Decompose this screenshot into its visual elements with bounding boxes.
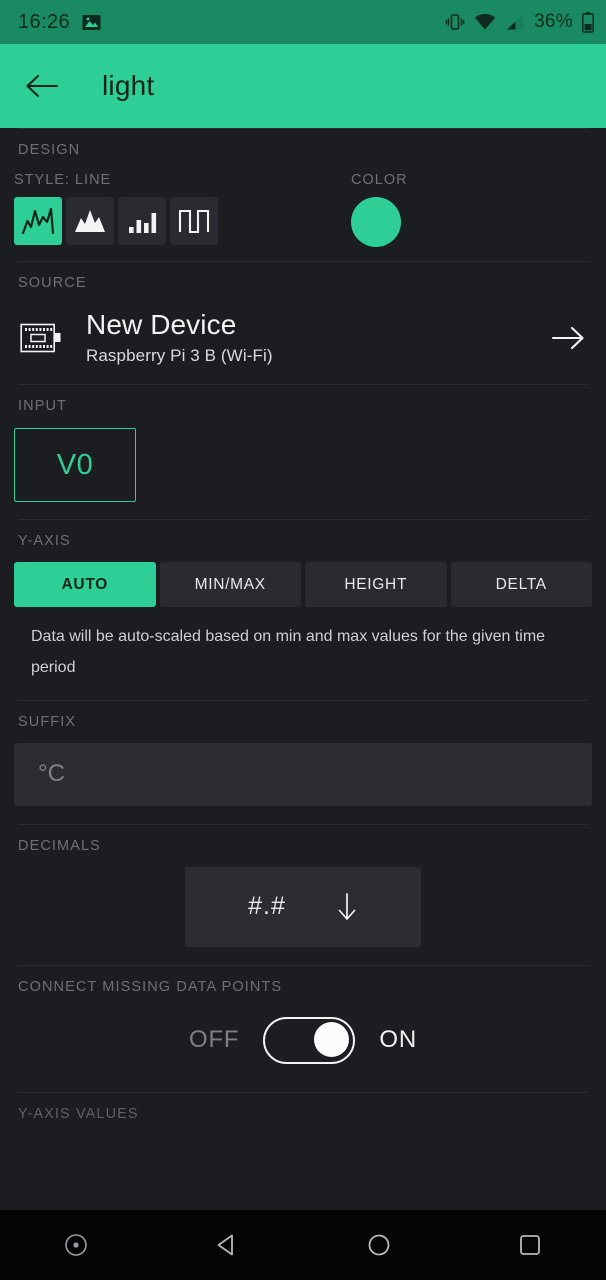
tab-delta[interactable]: DELTA xyxy=(450,562,592,608)
image-notification-icon xyxy=(82,13,101,32)
nav-recents-button[interactable] xyxy=(455,1232,606,1258)
style-label: STYLE: LINE xyxy=(14,172,112,188)
color-label: COLOR xyxy=(351,172,408,188)
vibrate-icon xyxy=(445,12,465,32)
source-row[interactable]: New Device Raspberry Pi 3 B (Wi-Fi) xyxy=(0,295,606,384)
yaxis-help-text: Data will be auto-scaled based on min an… xyxy=(31,628,546,677)
style-button-step[interactable] xyxy=(170,197,218,245)
arrow-down-icon xyxy=(336,892,358,922)
status-bar-left: 16:26 xyxy=(18,11,101,34)
bar-chart-icon xyxy=(125,206,159,236)
color-group: COLOR xyxy=(351,172,408,247)
tab-height[interactable]: HEIGHT xyxy=(305,562,447,608)
wifi-icon xyxy=(474,13,496,31)
recents-square-icon xyxy=(517,1232,543,1258)
back-button[interactable] xyxy=(24,68,60,104)
design-row: STYLE: LINE COLOR xyxy=(0,162,606,261)
cellular-signal-icon xyxy=(505,13,525,31)
input-pin-button[interactable]: V0 xyxy=(14,428,136,503)
source-device-subtitle: Raspberry Pi 3 B (Wi-Fi) xyxy=(86,346,273,366)
connect-section-label: CONNECT MISSING DATA POINTS xyxy=(18,978,283,995)
app-screen: 16:26 36% light DESIGN STYLE: LINE COLOR… xyxy=(0,0,606,1280)
design-section-label: DESIGN xyxy=(18,142,81,158)
connect-toggle-row: OFF ON xyxy=(0,999,606,1092)
nav-back-button[interactable] xyxy=(152,1232,304,1258)
style-button-area[interactable] xyxy=(66,197,114,245)
step-chart-icon xyxy=(177,206,211,236)
connect-section: CONNECT MISSING DATA POINTS xyxy=(0,966,606,999)
status-bar-right: 36% xyxy=(445,11,594,33)
toggle-on-label: ON xyxy=(379,1026,417,1054)
status-bar: 16:26 36% xyxy=(0,0,606,44)
source-texts: New Device Raspberry Pi 3 B (Wi-Fi) xyxy=(86,309,548,366)
board-chip-icon xyxy=(18,321,64,355)
source-section: SOURCE xyxy=(0,262,606,295)
toggle-knob xyxy=(314,1022,350,1058)
suffix-wrap: °C xyxy=(0,734,606,824)
toggle-off-label: OFF xyxy=(189,1026,240,1054)
battery-percent: 36% xyxy=(534,11,573,32)
style-button-group xyxy=(14,197,218,245)
color-swatch[interactable] xyxy=(351,197,401,247)
tab-minmax[interactable]: MIN/MAX xyxy=(159,562,301,608)
style-button-line[interactable] xyxy=(14,197,62,245)
nav-assistant-button[interactable] xyxy=(0,1232,152,1258)
connect-missing-toggle[interactable] xyxy=(263,1016,356,1064)
source-device-name: New Device xyxy=(86,309,237,340)
suffix-section-label: SUFFIX xyxy=(18,713,77,730)
source-open-button[interactable] xyxy=(548,325,588,351)
suffix-input[interactable]: °C xyxy=(14,742,592,806)
tab-auto[interactable]: AUTO xyxy=(14,562,156,608)
yaxis-values-section-label: Y-AXIS VALUES xyxy=(18,1105,139,1122)
back-triangle-icon xyxy=(214,1232,240,1258)
status-bar-clock: 16:26 xyxy=(18,10,71,33)
yaxis-tab-group: AUTO MIN/MAX HEIGHT DELTA xyxy=(0,553,606,608)
line-chart-icon xyxy=(21,206,55,236)
suffix-section: SUFFIX xyxy=(0,701,606,734)
yaxis-section: Y-AXIS xyxy=(0,520,606,553)
page-title: light xyxy=(102,70,155,101)
design-section: DESIGN xyxy=(0,129,606,162)
arrow-right-icon xyxy=(551,325,585,351)
android-nav-bar xyxy=(0,1210,606,1280)
suffix-placeholder: °C xyxy=(38,760,65,788)
app-bar: light xyxy=(0,44,606,128)
back-arrow-icon xyxy=(25,73,59,99)
input-section: INPUT xyxy=(0,385,606,418)
home-circle-icon xyxy=(366,1232,392,1258)
decimals-section-label: DECIMALS xyxy=(18,837,101,854)
decimals-wrap: #.# xyxy=(0,858,606,965)
decimals-section: DECIMALS xyxy=(0,825,606,858)
input-pin-value: V0 xyxy=(56,448,94,481)
yaxis-section-label: Y-AXIS xyxy=(18,533,71,550)
style-button-bar[interactable] xyxy=(118,197,166,245)
decimals-dropdown[interactable]: #.# xyxy=(185,866,421,947)
style-group: STYLE: LINE xyxy=(14,172,218,247)
decimals-value: #.# xyxy=(248,892,286,921)
source-section-label: SOURCE xyxy=(18,275,87,291)
nav-home-button[interactable] xyxy=(303,1232,455,1258)
area-chart-icon xyxy=(73,206,107,236)
input-section-label: INPUT xyxy=(18,398,67,415)
battery-icon xyxy=(582,11,594,33)
input-wrap: V0 xyxy=(0,418,606,519)
assistant-dot-icon xyxy=(63,1232,89,1258)
